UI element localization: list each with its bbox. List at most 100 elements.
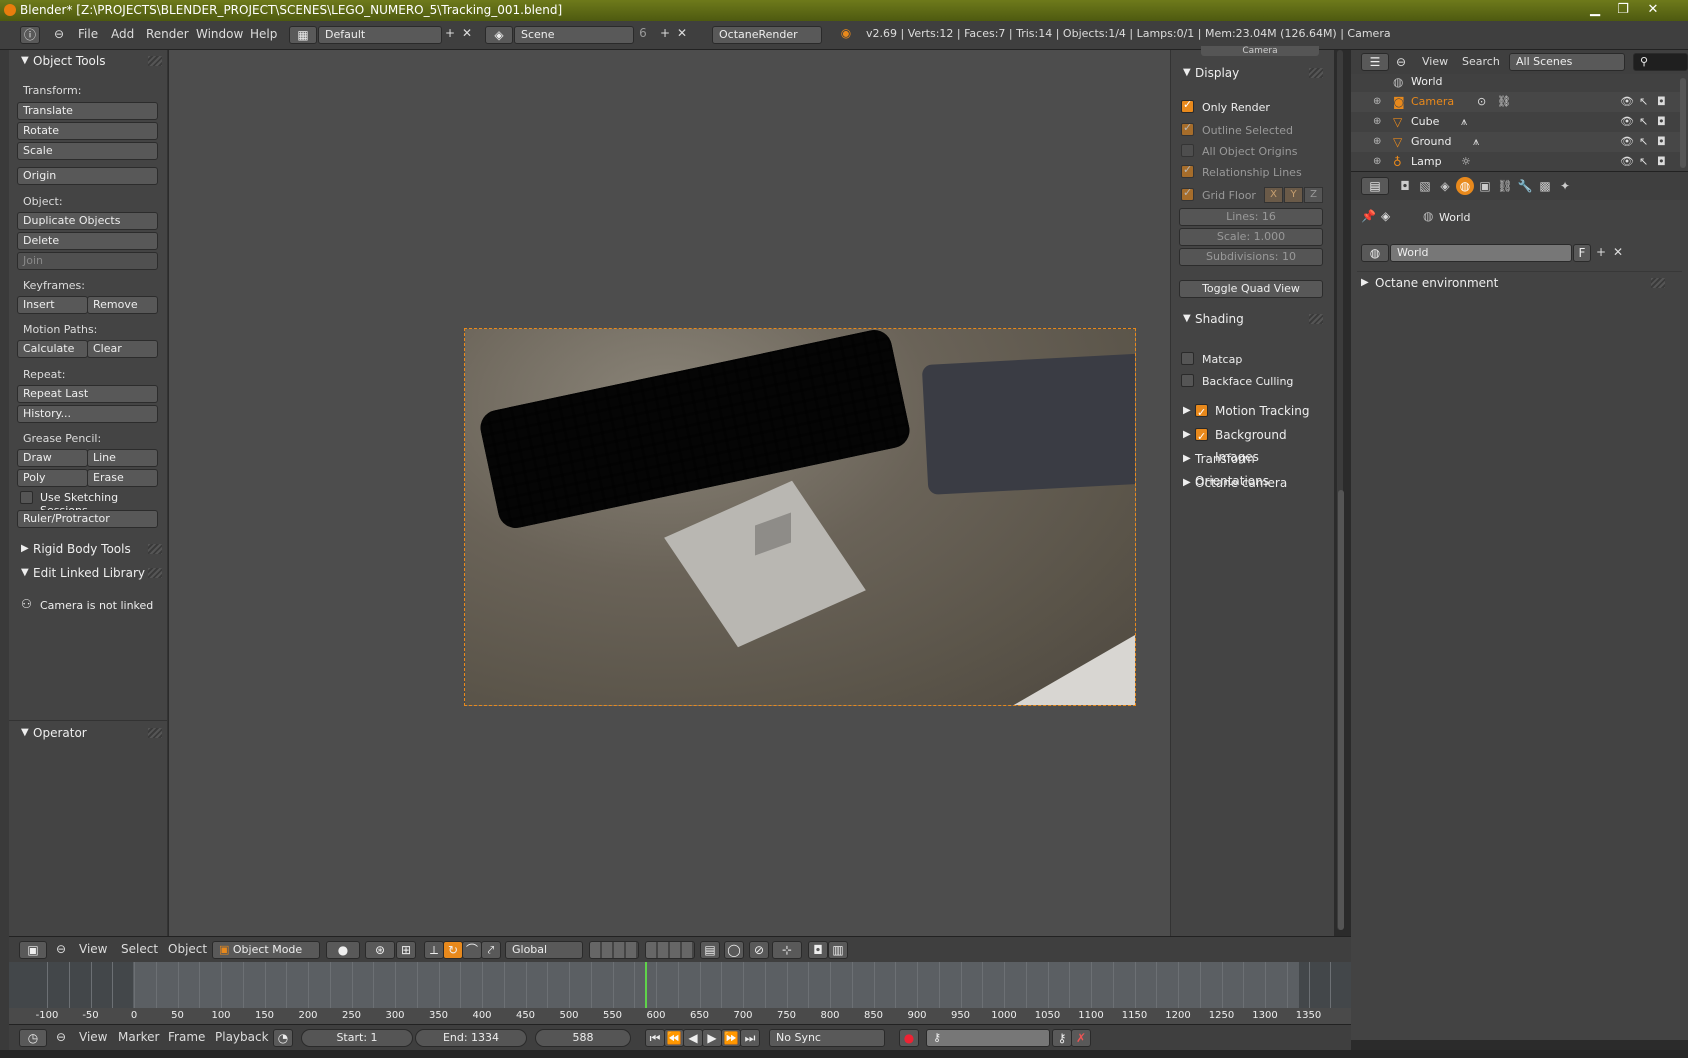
- shading-header[interactable]: ▼ Shading: [1171, 308, 1329, 330]
- drag-grip-icon[interactable]: [1309, 68, 1323, 78]
- expand-icon[interactable]: ⊕: [1373, 92, 1381, 112]
- motion-tracking-header[interactable]: ▶ Motion Tracking: [1171, 400, 1329, 424]
- rotate-manipulator-icon[interactable]: ↻: [443, 941, 463, 959]
- minimize-button[interactable]: ▁: [1582, 1, 1608, 19]
- restore-button[interactable]: ❐: [1610, 1, 1636, 19]
- visibility-eye-icon[interactable]: 👁: [1620, 92, 1634, 112]
- menu-collapse-icon[interactable]: ⊖: [1396, 55, 1406, 69]
- motion-tracking-checkbox[interactable]: [1195, 402, 1208, 424]
- clear-button[interactable]: Clear: [87, 340, 158, 358]
- translate-button[interactable]: Translate: [17, 102, 158, 120]
- selectable-cursor-icon[interactable]: ↖: [1639, 152, 1648, 172]
- transform-orientation-dropdown[interactable]: Global: [505, 941, 583, 959]
- visibility-eye-icon[interactable]: 👁: [1620, 132, 1634, 152]
- background-images-header[interactable]: ▶Background Images: [1171, 424, 1329, 464]
- transform-orientations-header[interactable]: ▶ Transform Orientations: [1171, 448, 1329, 488]
- scale-button[interactable]: Scale: [17, 142, 158, 160]
- drag-grip-icon[interactable]: [148, 544, 162, 554]
- keying-set-field[interactable]: ⚷: [926, 1029, 1050, 1047]
- outliner-row-cube[interactable]: ⊕ ▽ Cube ⩚ 👁 ↖ ◘: [1351, 112, 1681, 132]
- selectable-cursor-icon[interactable]: ↖: [1639, 132, 1648, 152]
- proportional-edit-icon[interactable]: ◯: [724, 941, 744, 959]
- modifiers-tab-icon[interactable]: 🔧: [1516, 177, 1534, 195]
- history-button[interactable]: History...: [17, 405, 158, 423]
- relationship-lines-checkbox[interactable]: [1181, 163, 1194, 178]
- close-button[interactable]: ✕: [1640, 1, 1666, 19]
- delete-button[interactable]: Delete: [17, 232, 158, 250]
- edit-linked-library-header[interactable]: ▼ Edit Linked Library: [9, 562, 168, 584]
- octane-environment-header[interactable]: ▶ Octane environment: [1351, 272, 1671, 294]
- menu-collapse-icon[interactable]: ⊖: [56, 942, 66, 956]
- lamp-data-icon[interactable]: ☼: [1461, 152, 1471, 172]
- menu-collapse-icon[interactable]: ⊖: [54, 27, 64, 41]
- fake-user-button[interactable]: F: [1573, 244, 1591, 262]
- start-frame-field[interactable]: Start: 1: [301, 1029, 413, 1047]
- ruler-protractor-button[interactable]: Ruler/Protractor: [17, 510, 158, 528]
- object-tab-icon[interactable]: ▣: [1476, 177, 1494, 195]
- render-animation-icon[interactable]: ▥: [828, 941, 848, 959]
- viewport-shading-dropdown[interactable]: ●: [326, 941, 360, 959]
- current-frame-indicator[interactable]: [644, 962, 647, 1008]
- pivot-point-dropdown[interactable]: ⊛: [365, 941, 395, 959]
- render-camera-icon[interactable]: ◘: [1657, 132, 1666, 152]
- timeline-ruler[interactable]: -100 -50 0 50 100 150 200 250 300 350 400 450 500 550…: [9, 1008, 1351, 1024]
- world-browse-icon[interactable]: ◍: [1361, 244, 1389, 262]
- grid-subdivisions-field[interactable]: Subdivisions: 10: [1179, 248, 1323, 266]
- render-camera-icon[interactable]: ◘: [1657, 152, 1666, 172]
- unlink-world-icon[interactable]: ✕: [1611, 245, 1625, 259]
- delete-scene-icon[interactable]: ✕: [675, 26, 689, 40]
- world-datablock-field[interactable]: World: [1390, 244, 1572, 262]
- pin-icon[interactable]: 📌: [1361, 209, 1376, 223]
- current-frame-field[interactable]: 588: [535, 1029, 631, 1047]
- outliner-display-filter[interactable]: All Scenes: [1509, 53, 1625, 71]
- expand-icon[interactable]: ⊕: [1373, 112, 1381, 132]
- draw-button[interactable]: Draw: [17, 449, 88, 467]
- drag-grip-icon[interactable]: [148, 56, 162, 66]
- particles-tab-icon[interactable]: ✦: [1556, 177, 1574, 195]
- translate-manipulator-icon[interactable]: ⟂: [424, 941, 444, 959]
- editor-type-outliner-icon[interactable]: ☰: [1361, 53, 1389, 71]
- axis-x-toggle[interactable]: X: [1264, 187, 1283, 203]
- backface-culling-checkbox[interactable]: [1181, 374, 1194, 387]
- insert-keyframe-icon[interactable]: ⚷: [1052, 1029, 1072, 1047]
- rotate-button[interactable]: Rotate: [17, 122, 158, 140]
- layers-group-1[interactable]: [589, 941, 639, 959]
- sync-mode-dropdown[interactable]: No Sync: [769, 1029, 885, 1047]
- menu-collapse-icon[interactable]: ⊖: [56, 1030, 66, 1044]
- outline-selected-checkbox[interactable]: [1181, 121, 1194, 136]
- outliner-search-menu[interactable]: Search: [1462, 55, 1500, 68]
- manipulator-toggle-icon[interactable]: ⊞: [396, 941, 416, 959]
- menu-view[interactable]: View: [79, 942, 107, 956]
- rigid-body-tools-header[interactable]: ▶ Rigid Body Tools: [9, 538, 168, 560]
- camera-data-icon[interactable]: ⊙: [1477, 92, 1486, 112]
- menu-select[interactable]: Select: [121, 942, 158, 956]
- lock-layers-icon[interactable]: ▤: [700, 941, 720, 959]
- toggle-quad-view-button[interactable]: Toggle Quad View: [1179, 280, 1323, 298]
- octane-camera-header[interactable]: ▶ Octane camera: [1171, 472, 1329, 494]
- drag-grip-icon[interactable]: [1309, 314, 1323, 324]
- camera-name-field[interactable]: Camera: [1201, 46, 1319, 56]
- jump-end-icon[interactable]: ⏭: [740, 1029, 760, 1047]
- menu-marker[interactable]: Marker: [118, 1030, 159, 1044]
- drag-grip-icon[interactable]: [148, 568, 162, 578]
- display-header[interactable]: ▼ Display: [1171, 62, 1329, 84]
- screen-layout-field[interactable]: Default: [318, 26, 442, 44]
- poly-button[interactable]: Poly: [17, 469, 88, 487]
- editor-type-timeline-icon[interactable]: ◷: [19, 1029, 47, 1047]
- mesh-data-icon[interactable]: ⩚: [1461, 112, 1467, 132]
- snap-toggle-icon[interactable]: ⊘: [749, 941, 769, 959]
- matcap-checkbox[interactable]: [1181, 352, 1194, 365]
- constraints-tab-icon[interactable]: ⛓: [1496, 177, 1514, 195]
- outliner-view-menu[interactable]: View: [1422, 55, 1448, 68]
- ground-plane[interactable]: [664, 480, 866, 648]
- camera-view-frame[interactable]: [464, 328, 1136, 706]
- sketching-checkbox[interactable]: [20, 491, 33, 504]
- menu-file[interactable]: File: [78, 27, 98, 41]
- repeat-last-button[interactable]: Repeat Last: [17, 385, 158, 403]
- interaction-mode-dropdown[interactable]: ▣ Object Mode: [212, 941, 320, 959]
- outliner-scrollbar[interactable]: [1680, 78, 1686, 168]
- render-engine-dropdown[interactable]: OctaneRender: [712, 26, 822, 44]
- remove-keyframe-button[interactable]: Remove: [87, 296, 158, 314]
- outliner-row-lamp[interactable]: ⊕ ♁ Lamp ☼ 👁 ↖ ◘: [1351, 152, 1681, 172]
- expand-icon[interactable]: ⊕: [1373, 152, 1381, 172]
